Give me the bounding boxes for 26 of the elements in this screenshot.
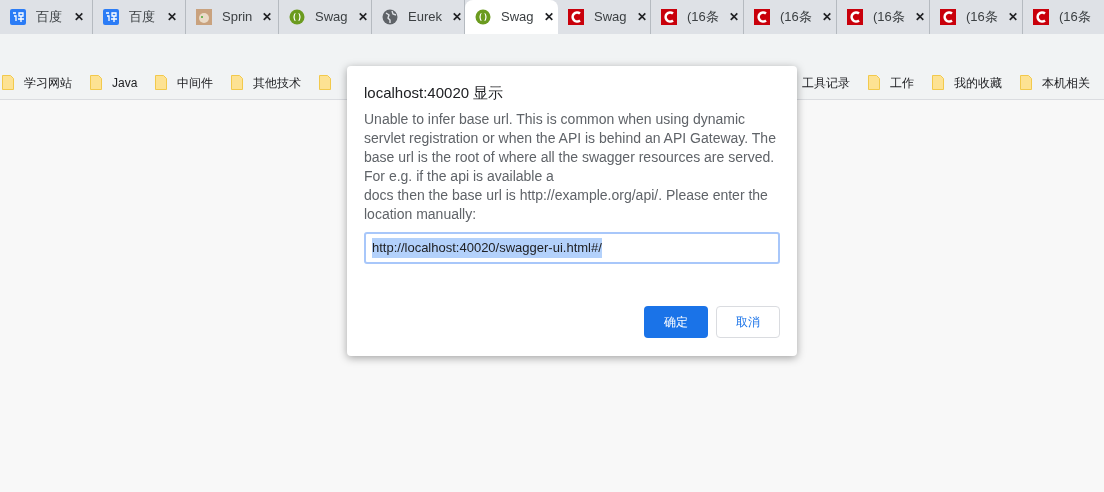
- close-icon[interactable]: ✕: [451, 8, 462, 26]
- close-icon[interactable]: ✕: [262, 8, 273, 26]
- bookmark-folder[interactable]: 学习网站: [2, 73, 72, 92]
- bookmark-folder[interactable]: 中间件: [155, 73, 214, 92]
- browser-tab[interactable]: (16条: [1023, 0, 1102, 34]
- ok-button[interactable]: 确定: [644, 306, 708, 338]
- bookmark-folder[interactable]: 其他技术: [231, 73, 302, 92]
- bookmark-folder[interactable]: 我的收藏: [932, 73, 1002, 92]
- close-icon[interactable]: ✕: [821, 8, 832, 26]
- close-icon[interactable]: ✕: [728, 8, 739, 26]
- bookmark-folder[interactable]: 本机相关: [1020, 73, 1090, 92]
- close-icon[interactable]: ✕: [543, 8, 554, 26]
- dialog-title: localhost:40020 显示: [364, 83, 505, 103]
- url-field[interactable]: http://localhost:40020/swagger-ui.html#/: [364, 232, 780, 264]
- bookmark-folder[interactable]: 工作: [868, 73, 914, 92]
- close-icon[interactable]: ✕: [74, 8, 84, 26]
- close-icon[interactable]: ✕: [357, 8, 368, 26]
- bookmark-folder[interactable]: 工具记录: [802, 73, 850, 92]
- cancel-button[interactable]: 取消: [716, 306, 780, 338]
- close-icon[interactable]: ✕: [636, 8, 647, 26]
- dialog-message: docs then the base url is http://example.org/api/. Please enter the location manually:: [364, 186, 769, 224]
- close-icon[interactable]: ✕: [914, 8, 925, 26]
- close-icon[interactable]: ✕: [167, 8, 177, 26]
- browser-tab[interactable]: Swag ✕: [465, 0, 558, 34]
- bookmark-folder[interactable]: Java: [90, 73, 138, 92]
- close-icon[interactable]: ✕: [1007, 8, 1018, 26]
